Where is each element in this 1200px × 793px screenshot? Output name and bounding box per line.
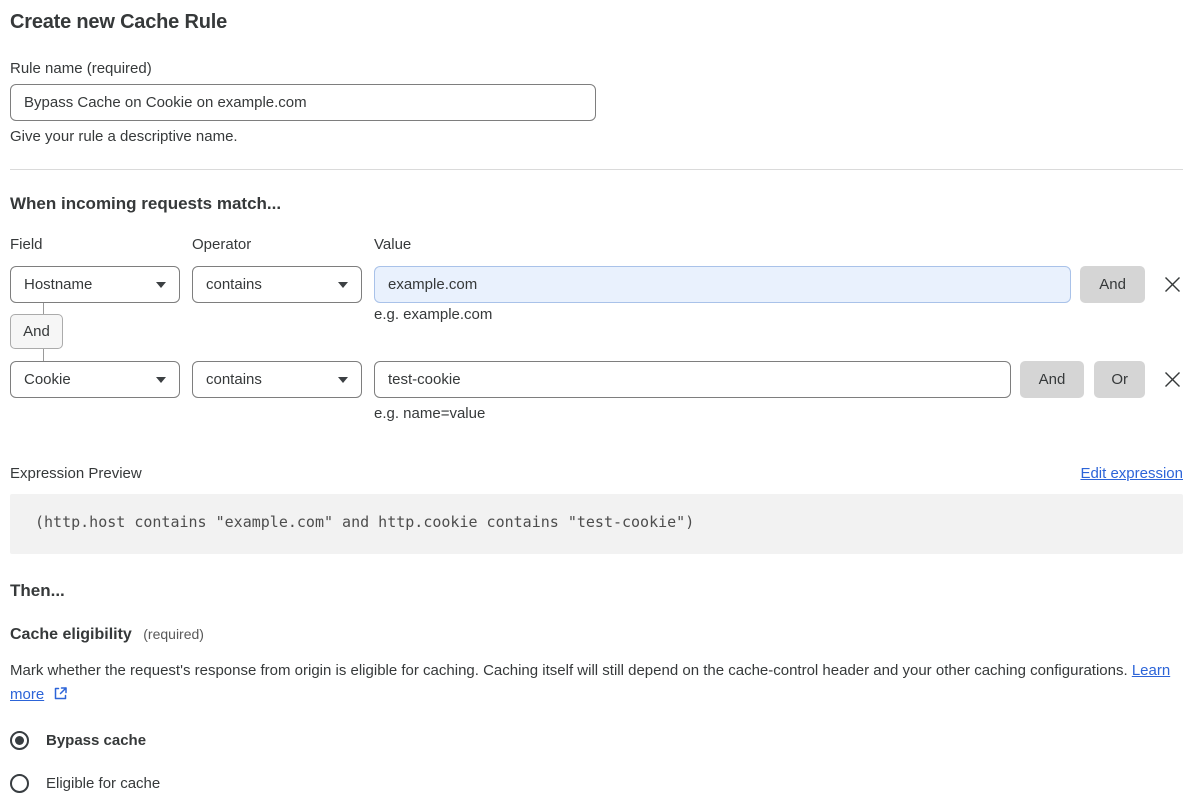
field-select-row1[interactable]: Hostname [10, 266, 180, 303]
row2-actions: And Or [1019, 361, 1183, 398]
and-button-row2[interactable]: And [1019, 361, 1085, 398]
expression-code-block: (http.host contains "example.com" and ht… [10, 494, 1183, 554]
operator-select-row2-value: contains [206, 371, 262, 388]
row1-actions: And [1080, 266, 1183, 303]
remove-row2-button[interactable] [1162, 369, 1183, 390]
external-link-icon [55, 687, 68, 700]
remove-row1-button[interactable] [1162, 274, 1183, 295]
rule-name-helper: Give your rule a descriptive name. [10, 128, 238, 145]
radio-label-bypass: Bypass cache [46, 732, 147, 749]
operator-select-row1[interactable]: contains [192, 266, 362, 303]
and-button-row1[interactable]: And [1080, 266, 1145, 303]
operator-column-label: Operator [192, 236, 252, 253]
description-text: Mark whether the request's response from… [10, 662, 1128, 679]
expression-preview-label: Expression Preview [10, 465, 142, 482]
edit-expression-link[interactable]: Edit expression [1080, 465, 1183, 482]
field-select-row2[interactable]: Cookie [10, 361, 180, 398]
connector-and-button[interactable]: And [10, 314, 63, 349]
section-divider [10, 169, 1183, 170]
page-title: Create new Cache Rule [10, 11, 227, 33]
required-note: (required) [143, 626, 204, 642]
rule-name-input[interactable] [10, 84, 596, 121]
value-column-label: Value [374, 236, 412, 253]
value-input-row2[interactable] [374, 361, 1011, 398]
chevron-down-icon [156, 376, 166, 383]
field-select-row2-value: Cookie [24, 371, 71, 388]
chevron-down-icon [338, 376, 348, 383]
cache-eligibility-title: Cache eligibility [10, 626, 132, 643]
or-button-row2[interactable]: Or [1094, 361, 1145, 398]
match-row-1: Hostname contains And [10, 266, 1183, 303]
radio-selected-icon[interactable] [10, 731, 29, 750]
radio-label-eligible: Eligible for cache [46, 775, 161, 792]
value-hint-row2: e.g. name=value [374, 405, 486, 422]
close-icon [1165, 277, 1180, 292]
cache-eligibility-description: Mark whether the request's response from… [10, 659, 1183, 707]
operator-select-row2[interactable]: contains [192, 361, 362, 398]
close-icon [1165, 372, 1180, 387]
then-heading: Then... [10, 581, 65, 600]
chevron-down-icon [338, 281, 348, 288]
expression-preview-header: Expression Preview Edit expression [10, 465, 1183, 482]
radio-unselected-icon[interactable] [10, 774, 29, 793]
cache-eligibility-heading: Cache eligibility (required) [10, 626, 1183, 644]
radio-option-eligible-for-cache[interactable]: Eligible for cache [10, 774, 1183, 793]
radio-option-bypass-cache[interactable]: Bypass cache [10, 731, 1183, 750]
match-row-2: Cookie contains And Or [10, 361, 1183, 398]
field-select-row1-value: Hostname [24, 276, 93, 293]
match-column-labels: Field Operator Value [10, 236, 1183, 253]
field-column-label: Field [10, 236, 43, 253]
match-section-heading: When incoming requests match... [10, 194, 282, 213]
row-connector-area: e.g. example.com And [10, 303, 1183, 361]
rule-name-label: Rule name (required) [10, 60, 152, 77]
operator-select-row1-value: contains [206, 276, 262, 293]
value-input-row1[interactable] [374, 266, 1072, 303]
value-hint-row1: e.g. example.com [374, 306, 493, 323]
chevron-down-icon [156, 281, 166, 288]
create-cache-rule-form: Create new Cache Rule Rule name (require… [10, 0, 1183, 793]
